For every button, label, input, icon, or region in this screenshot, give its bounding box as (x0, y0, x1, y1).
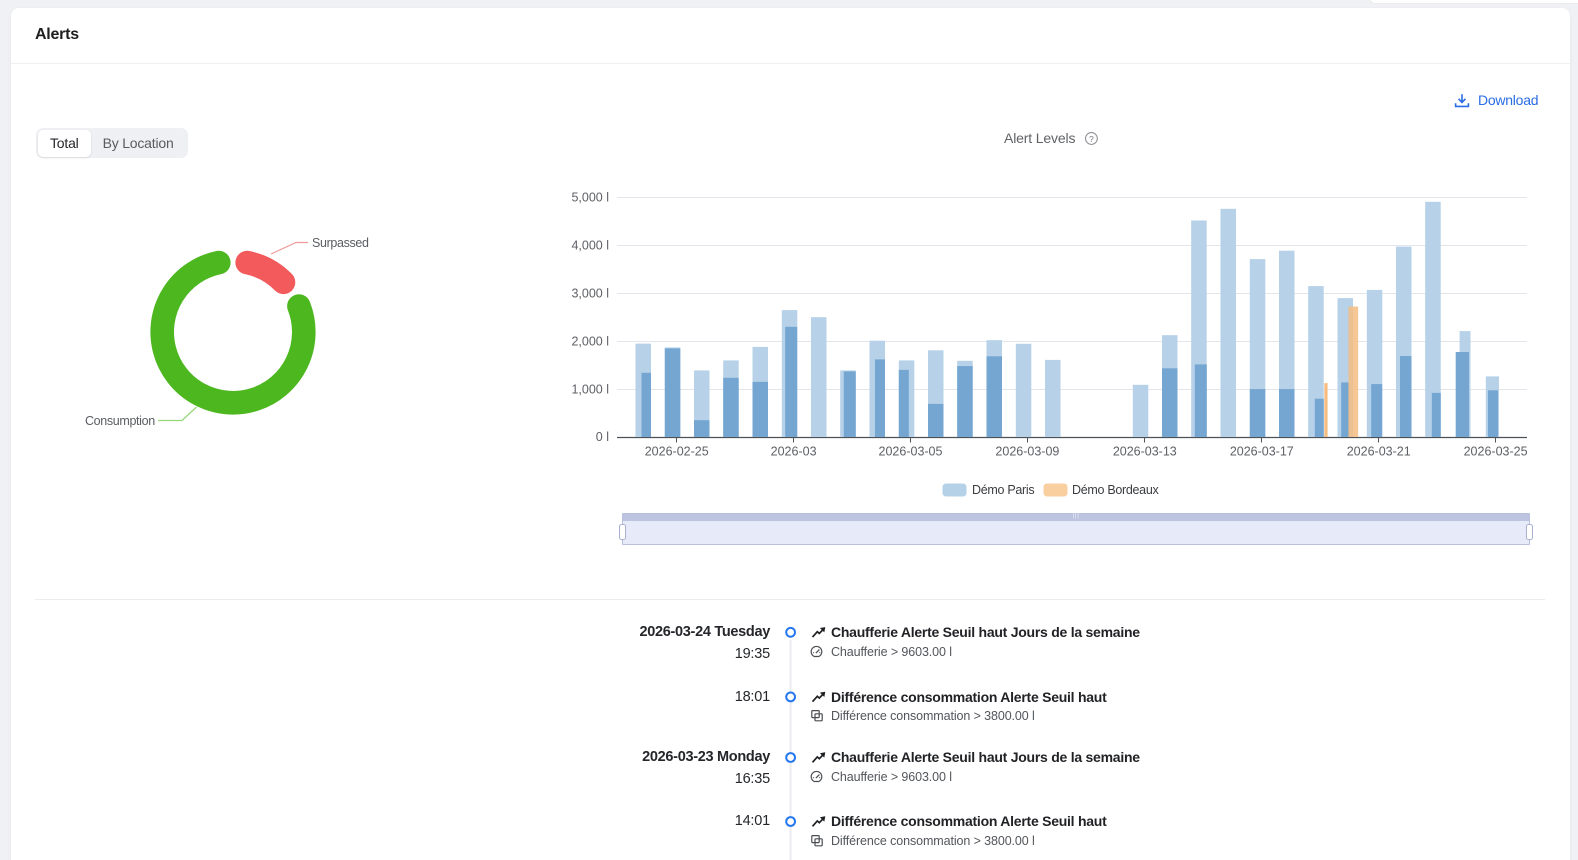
svg-text:1,000 l: 1,000 l (571, 382, 609, 396)
svg-text:3,000 l: 3,000 l (571, 287, 609, 301)
svg-text:2026-03-21: 2026-03-21 (1347, 445, 1411, 459)
svg-text:2026-03-13: 2026-03-13 (1113, 445, 1177, 459)
svg-text:2026-03: 2026-03 (771, 445, 817, 459)
svg-text:2026-03-25: 2026-03-25 (1464, 445, 1528, 459)
svg-text:2026-02-25: 2026-02-25 (645, 445, 709, 459)
svg-text:2026-03-17: 2026-03-17 (1230, 445, 1294, 459)
svg-text:2,000 l: 2,000 l (571, 334, 609, 348)
svg-text:4,000 l: 4,000 l (571, 239, 609, 253)
svg-text:?: ? (1089, 134, 1094, 144)
svg-text:2026-03-09: 2026-03-09 (995, 445, 1059, 459)
svg-text:5,000 l: 5,000 l (571, 191, 609, 205)
svg-text:2026-03-05: 2026-03-05 (879, 445, 943, 459)
svg-text:0 l: 0 l (596, 430, 609, 444)
